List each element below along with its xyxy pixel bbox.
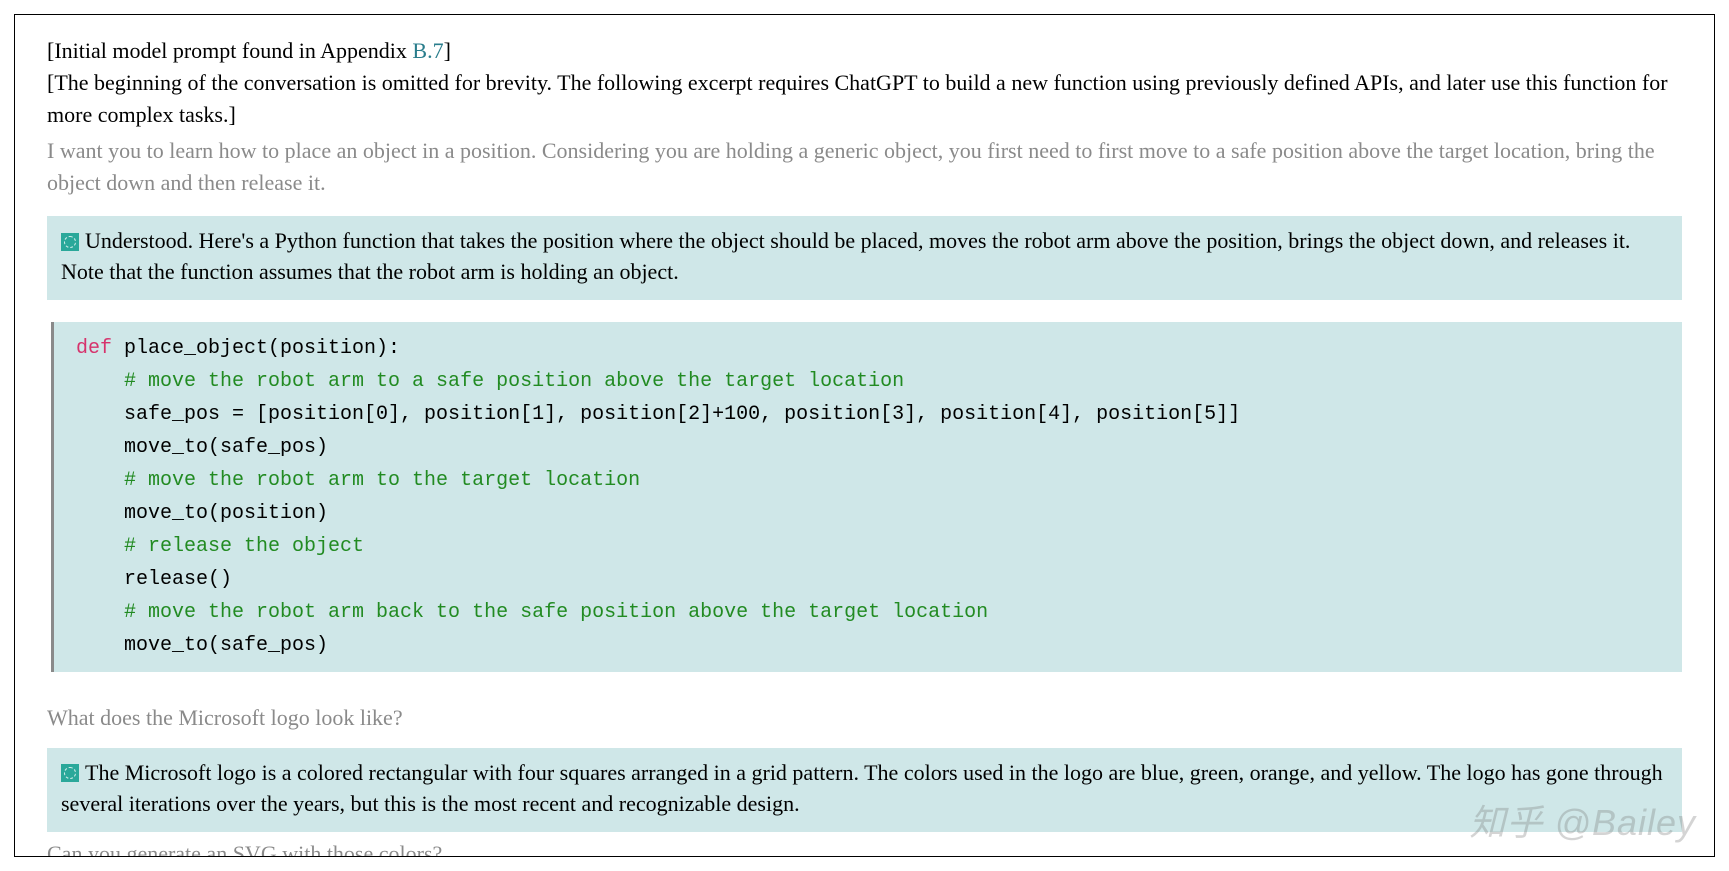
code-line-6: move_to(position) [76, 502, 328, 525]
response-1-text: Understood. Here's a Python function tha… [61, 228, 1630, 284]
code-comment-4: # move the robot arm back to the safe po… [76, 601, 988, 624]
response-2-text: The Microsoft logo is a colored rectangu… [61, 760, 1663, 816]
assistant-response-1: Understood. Here's a Python function tha… [47, 216, 1682, 300]
code-line-8: release() [76, 568, 232, 591]
user-prompt-3: Can you generate an SVG with those color… [47, 838, 1682, 857]
assistant-response-2: The Microsoft logo is a colored rectangu… [47, 748, 1682, 832]
chatgpt-badge-icon [61, 764, 79, 782]
chatgpt-badge-icon [61, 233, 79, 251]
code-keyword-def: def [76, 337, 124, 360]
user-prompt-1: I want you to learn how to place an obje… [47, 135, 1682, 199]
code-line-4: move_to(safe_pos) [76, 436, 328, 459]
intro-suffix: ] [444, 38, 451, 63]
code-line-10: move_to(safe_pos) [76, 634, 328, 657]
code-line-1: place_object(position): [124, 337, 400, 360]
code-line-3: safe_pos = [position[0], position[1], po… [76, 403, 1240, 426]
code-comment-2: # move the robot arm to the target locat… [76, 469, 640, 492]
code-content: def place_object(position): # move the r… [54, 332, 1682, 662]
appendix-link[interactable]: B.7 [412, 38, 443, 63]
intro-line-1: [Initial model prompt found in Appendix … [47, 35, 1682, 67]
code-comment-1: # move the robot arm to a safe position … [76, 370, 904, 393]
intro-line-2: [The beginning of the conversation is om… [47, 67, 1682, 131]
code-comment-3: # release the object [76, 535, 364, 558]
code-block: def place_object(position): # move the r… [51, 322, 1682, 672]
intro-prefix: [Initial model prompt found in Appendix [47, 38, 412, 63]
content-area: [Initial model prompt found in Appendix … [15, 15, 1714, 857]
user-prompt-2: What does the Microsoft logo look like? [47, 702, 1682, 734]
document-frame: [Initial model prompt found in Appendix … [14, 14, 1715, 857]
